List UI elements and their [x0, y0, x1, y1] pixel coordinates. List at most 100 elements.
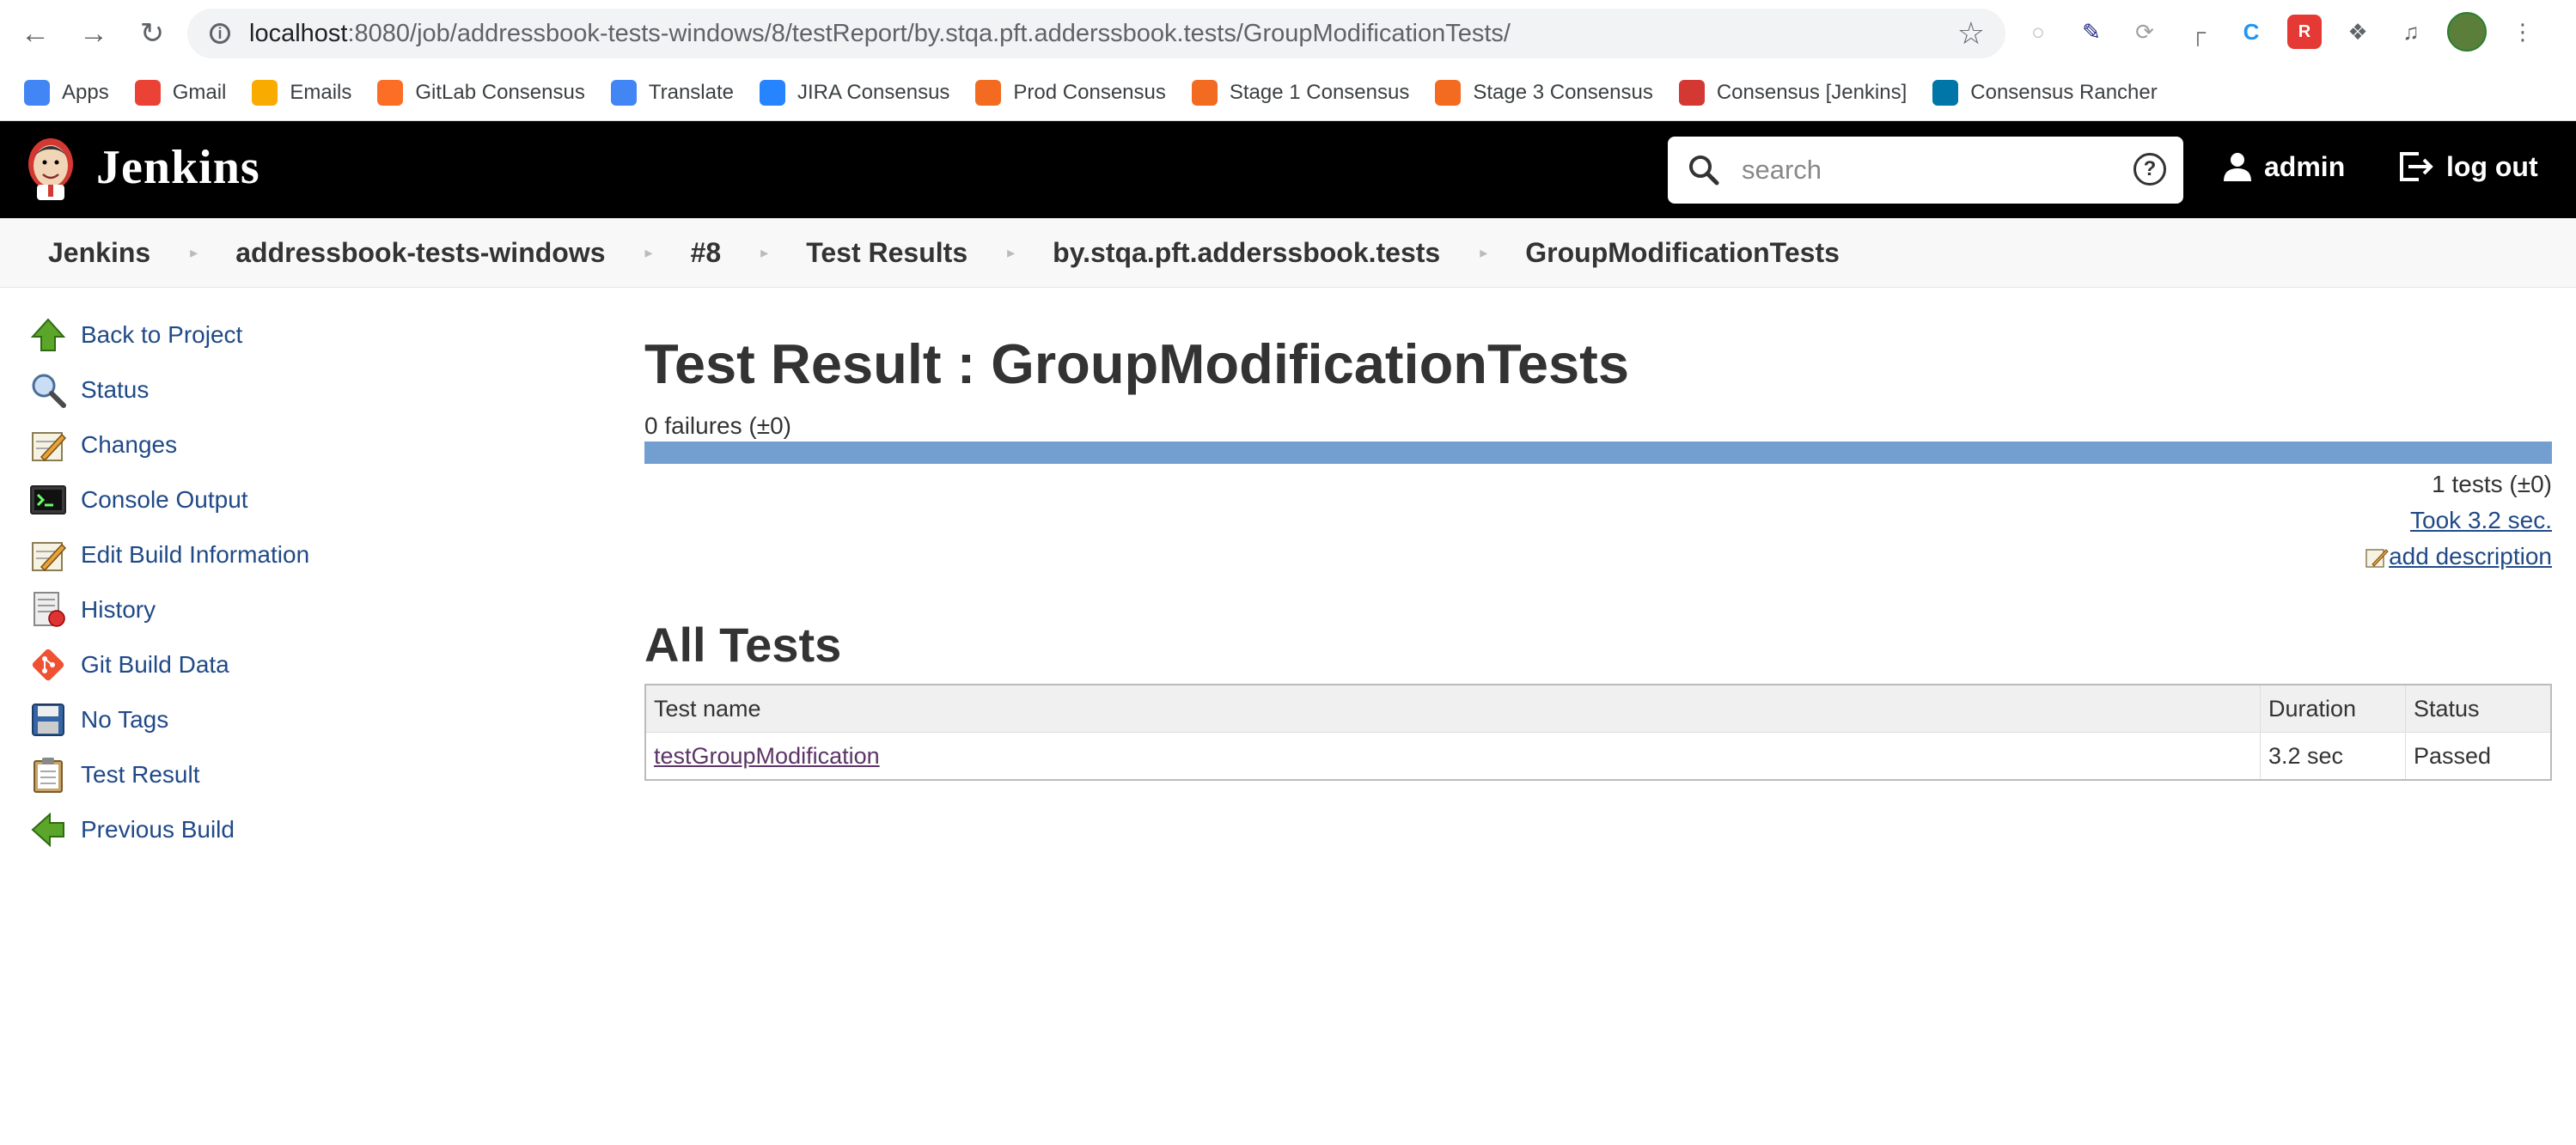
bookmark-item[interactable]: Gmail	[134, 80, 226, 106]
apps-grid-icon	[24, 80, 50, 106]
logout-label: log out	[2446, 150, 2538, 182]
bookmark-item[interactable]: Translate	[610, 80, 734, 106]
duration-info: Took 3.2 sec.	[2410, 507, 2552, 534]
task-edit-build-information[interactable]: Edit Build Information	[29, 536, 309, 574]
task-previous-build[interactable]: Previous Build	[29, 811, 235, 849]
breadcrumb-chevron-icon[interactable]: ▸	[645, 244, 653, 262]
bookmark-item[interactable]: Stage 1 Consensus	[1191, 80, 1410, 106]
gitlab-icon	[377, 80, 404, 106]
bookmark-label: Apps	[62, 81, 109, 104]
test-name-link[interactable]: testGroupModification	[654, 743, 880, 769]
url-text[interactable]: localhost:8080/job/addressbook-tests-win…	[249, 20, 1511, 48]
breadcrumb-item-job[interactable]: addressbook-tests-windows	[235, 237, 605, 269]
reload-icon[interactable]: ↻	[129, 10, 175, 57]
magnifier-icon	[32, 374, 66, 408]
rancher-icon	[1932, 80, 1959, 106]
bookmark-item[interactable]: GitLab Consensus	[377, 80, 585, 106]
task-back-to-project[interactable]: Back to Project	[29, 316, 242, 354]
column-header-duration[interactable]: Duration	[2260, 685, 2406, 733]
breadcrumb-item-jenkins[interactable]: Jenkins	[48, 237, 150, 269]
status-cell: Passed	[2405, 732, 2551, 780]
bookmark-item[interactable]: Emails	[252, 80, 351, 106]
address-bar[interactable]: i localhost:8080/job/addressbook-tests-w…	[187, 9, 2005, 58]
color-picker-icon[interactable]: ✎	[2074, 15, 2109, 49]
failures-summary: 0 failures (±0)	[644, 412, 791, 439]
breadcrumb-chevron-icon[interactable]: ▸	[1480, 244, 1487, 262]
bookmark-item[interactable]: Stage 3 Consensus	[1435, 80, 1653, 106]
took-link[interactable]: Took 3.2 sec.	[2410, 507, 2552, 533]
add-description-link[interactable]: add description	[2389, 543, 2552, 569]
all-tests-table: Test name Duration Status testGroupModif…	[644, 684, 2552, 781]
notepad-icon	[32, 542, 67, 572]
bookmark-label: Consensus Rancher	[1970, 81, 2158, 104]
git-icon	[32, 649, 64, 681]
save-icon	[32, 703, 64, 736]
up-arrow-icon	[30, 318, 66, 351]
task-status[interactable]: Status	[29, 371, 149, 409]
bookmark-label: Stage 3 Consensus	[1473, 81, 1653, 104]
bookmark-item[interactable]: Consensus Rancher	[1932, 80, 2158, 106]
task-no-tags[interactable]: No Tags	[29, 701, 168, 739]
site-info-icon[interactable]: i	[210, 23, 230, 44]
logout-link[interactable]: log out	[2396, 150, 2538, 183]
bookmark-item[interactable]: Consensus [Jenkins]	[1678, 80, 1907, 106]
breadcrumb-item-build[interactable]: #8	[691, 237, 722, 269]
jenkins-header: Jenkins ? admin log out	[0, 121, 2576, 218]
logout-icon	[2400, 152, 2433, 181]
task-history[interactable]: History	[29, 591, 156, 629]
jenkins-logo-icon[interactable]	[26, 137, 76, 202]
breadcrumb-item-class[interactable]: GroupModificationTests	[1525, 237, 1840, 269]
task-changes[interactable]: Changes	[29, 426, 177, 464]
bookmark-star-icon[interactable]: ☆	[1957, 15, 1985, 52]
bookmark-item[interactable]: Prod Consensus	[975, 80, 1166, 106]
breadcrumb-item-test-results[interactable]: Test Results	[806, 237, 968, 269]
extensions-bar: ○ ✎ ⟳ ┌ C R ❖ ♫ ⋮	[2021, 12, 2540, 52]
task-console-output[interactable]: Console Output	[29, 481, 248, 519]
extension-icon[interactable]: ┌	[2181, 15, 2215, 49]
breadcrumb-chevron-icon[interactable]: ▸	[760, 244, 768, 262]
task-label: Test Result	[81, 761, 200, 788]
puzzle-extensions-icon[interactable]: ❖	[2341, 15, 2375, 49]
search-icon	[1689, 155, 1719, 186]
bookmark-label: GitLab Consensus	[415, 81, 585, 104]
clipboard-icon	[34, 758, 63, 793]
search-input[interactable]	[1740, 154, 2113, 186]
bookmark-item[interactable]: JIRA Consensus	[760, 80, 949, 106]
jenkins-title[interactable]: Jenkins	[96, 140, 260, 195]
bookmark-item[interactable]: Apps	[24, 80, 109, 106]
browser-menu-icon[interactable]: ⋮	[2506, 15, 2540, 49]
all-tests-heading: All Tests	[644, 618, 842, 672]
user-icon	[2224, 153, 2251, 181]
media-control-icon[interactable]: ♫	[2394, 15, 2428, 49]
table-header-row: Test name Duration Status	[645, 685, 2551, 733]
bookmark-label: Stage 1 Consensus	[1229, 81, 1410, 104]
task-git-build-data[interactable]: Git Build Data	[29, 646, 229, 684]
column-header-status[interactable]: Status	[2405, 685, 2551, 733]
page-title: Test Result : GroupModificationTests	[644, 332, 1629, 395]
breadcrumb-item-package[interactable]: by.stqa.pft.adderssbook.tests	[1053, 237, 1440, 269]
task-label: Edit Build Information	[81, 541, 310, 568]
breadcrumb-chevron-icon[interactable]: ▸	[1007, 244, 1015, 262]
user-link[interactable]: admin	[2221, 150, 2345, 183]
description-row: add description	[2365, 543, 2552, 570]
duration-cell: 3.2 sec	[2260, 732, 2406, 780]
mail-icon	[252, 80, 278, 106]
history-icon	[34, 592, 65, 627]
task-test-result[interactable]: Test Result	[29, 756, 200, 794]
column-header-test-name[interactable]: Test name	[645, 685, 2261, 733]
breadcrumb: Jenkins ▸ addressbook-tests-windows ▸ #8…	[0, 218, 2576, 288]
consensus-extension-icon[interactable]: C	[2234, 15, 2268, 49]
left-arrow-icon	[31, 812, 64, 848]
breadcrumb-chevron-icon[interactable]: ▸	[190, 244, 198, 262]
bookmark-label: Prod Consensus	[1013, 81, 1166, 104]
help-icon[interactable]: ?	[2133, 153, 2166, 186]
extension-icon[interactable]: ○	[2021, 15, 2055, 49]
profile-avatar[interactable]	[2447, 12, 2487, 52]
forward-arrow-icon[interactable]: →	[70, 10, 117, 57]
task-label: No Tags	[81, 706, 169, 733]
extension-icon[interactable]: ⟳	[2127, 15, 2162, 49]
bookmark-label: JIRA Consensus	[797, 81, 950, 104]
back-arrow-icon[interactable]: ←	[12, 10, 58, 57]
extension-icon[interactable]: R	[2287, 15, 2322, 49]
task-label: Back to Project	[81, 321, 243, 348]
